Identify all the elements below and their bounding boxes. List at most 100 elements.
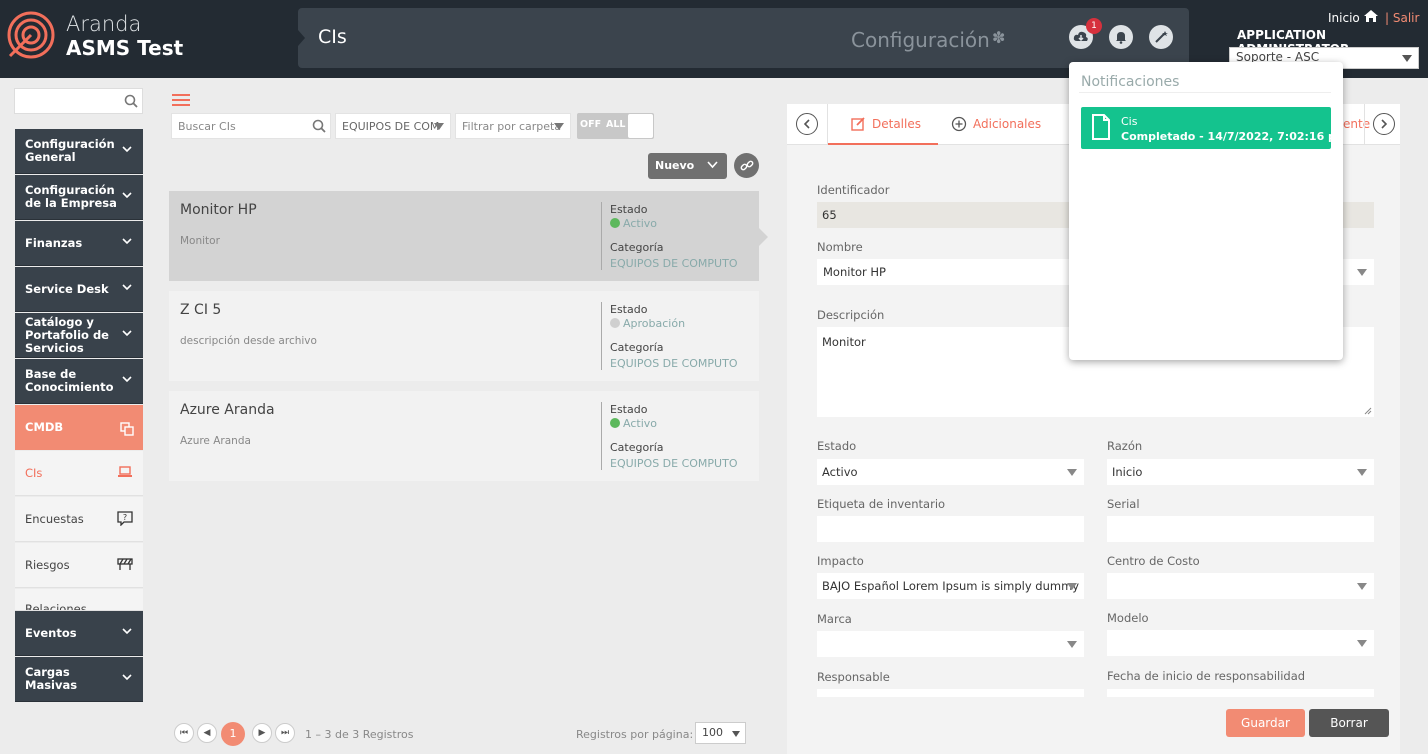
responsable-field[interactable] [817, 689, 1084, 697]
sidebar-subitem-relaciones[interactable]: Relaciones [15, 589, 143, 611]
sidebar-item-label: Catálogo y Portafolio de Servicios [25, 314, 109, 355]
ci-type-select[interactable]: EQUIPOS DE COM [335, 113, 451, 139]
toggle-knob[interactable] [628, 114, 653, 138]
impacto-select[interactable]: BAJO Español Lorem Ipsum is simply dummy [817, 573, 1084, 599]
salir-link[interactable]: | Salir [1385, 11, 1419, 25]
tab-adicionales[interactable]: Adicionales [973, 117, 1041, 131]
fecha-label: Fecha de inicio de responsabilidad [1107, 669, 1306, 683]
folder-filter-select[interactable]: Filtrar por carpeta [455, 113, 571, 139]
gear-icon[interactable]: ✽ [992, 28, 1005, 47]
chevron-down-icon[interactable] [707, 160, 718, 169]
sidebar-item-label: Cargas Masivas [25, 665, 78, 692]
search-icon [312, 119, 326, 133]
razon-select[interactable]: Inicio [1107, 459, 1374, 485]
sidebar-item-cargas-masivas[interactable]: Cargas Masivas [15, 657, 143, 702]
first-page-icon[interactable]: ⏮ [174, 723, 194, 743]
sidebar-item-base-conocimiento[interactable]: Base de Conocimiento [15, 359, 143, 404]
resize-handle-icon[interactable] [1364, 407, 1372, 415]
impacto-label: Impacto [817, 554, 864, 568]
next-page-icon[interactable]: ▶ [252, 723, 272, 743]
impacto-value: BAJO Español Lorem Ipsum is simply dummy [822, 579, 1080, 593]
fecha-field[interactable] [1107, 689, 1374, 697]
marca-select[interactable] [817, 631, 1084, 657]
search-placeholder: Buscar CIs [178, 120, 236, 133]
svg-text:?: ? [123, 513, 127, 522]
card-divider [601, 302, 602, 370]
magic-wand-icon[interactable] [1149, 25, 1173, 49]
sidebar-item-service-desk[interactable]: Service Desk [15, 267, 143, 312]
sidebar-subitem-label: Riesgos [25, 558, 70, 572]
sidebar-subitem-label: CIs [25, 466, 43, 480]
prev-page-icon[interactable]: ◀ [197, 723, 217, 743]
sidebar-item-configuracion-empresa[interactable]: Configuración de la Empresa [15, 175, 143, 220]
search-icon [124, 94, 138, 108]
ci-card[interactable]: Azure Aranda Azure Aranda Estado Activo … [169, 391, 759, 481]
sidebar-search-input[interactable] [14, 88, 143, 114]
chevron-left-icon[interactable] [796, 113, 818, 135]
sidebar-item-catalogo[interactable]: Catálogo y Portafolio de Servicios [15, 313, 143, 358]
status-dot [610, 418, 620, 428]
inicio-link[interactable]: Inicio [1328, 11, 1360, 25]
tab-detalles[interactable]: Detalles [872, 117, 921, 131]
sidebar-subitem-label: Encuestas [25, 512, 84, 526]
estado-label: Estado [610, 303, 648, 316]
chevron-right-icon[interactable] [1373, 113, 1395, 135]
etiqueta-field[interactable] [817, 516, 1084, 542]
search-cis-input[interactable]: Buscar CIs [171, 113, 331, 139]
last-page-icon[interactable]: ⏭ [275, 723, 295, 743]
plus-circle-icon [951, 116, 967, 132]
link-icon[interactable] [734, 153, 759, 178]
salir-label: Salir [1392, 11, 1420, 25]
sidebar-subitem-cis[interactable]: CIs [15, 451, 143, 496]
borrar-button[interactable]: Borrar [1309, 709, 1389, 737]
notification-item[interactable]: Cis Completado - 14/7/2022, 7:02:16 p. m… [1081, 107, 1331, 149]
bell-icon[interactable] [1109, 25, 1133, 49]
categoria-value: EQUIPOS DE COMPUTO [610, 357, 738, 370]
copy-icon [120, 422, 134, 436]
nombre-value: Monitor HP [823, 265, 886, 279]
estado-field-value: Activo [822, 465, 858, 479]
sidebar-item-configuracion-general[interactable]: Configuración General [15, 129, 143, 174]
modelo-label: Modelo [1107, 611, 1149, 625]
home-icon[interactable] [1363, 9, 1379, 23]
identificador-label: Identificador [817, 183, 890, 197]
estado-field-label: Estado [817, 439, 857, 453]
chevron-down-icon [122, 192, 132, 199]
ci-description: descripción desde archivo [180, 335, 317, 347]
current-page[interactable]: 1 [221, 722, 245, 746]
chevron-down-icon [122, 674, 132, 681]
status-dot [610, 318, 620, 328]
tab-divider [827, 104, 828, 145]
modelo-select[interactable] [1107, 630, 1374, 656]
sidebar-item-eventos[interactable]: Eventos [15, 611, 143, 656]
sidebar-item-label: Eventos [25, 625, 77, 640]
centro-costo-select[interactable] [1107, 573, 1374, 599]
categoria-label: Categoría [610, 441, 664, 454]
sidebar-item-cmdb[interactable]: CMDB [15, 405, 143, 450]
estado-value: Aprobación [610, 317, 685, 330]
chevron-down-icon [1067, 641, 1077, 648]
ci-card[interactable]: Z CI 5 descripción desde archivo Estado … [169, 291, 759, 381]
estado-text: Activo [623, 417, 657, 430]
guardar-button[interactable]: Guardar [1226, 709, 1305, 737]
tab-partial[interactable]: ente [1343, 117, 1370, 131]
ci-type-value: EQUIPOS DE COM [342, 120, 440, 133]
serial-field[interactable] [1107, 516, 1374, 542]
active-tab-indicator [828, 143, 938, 145]
chevron-down-icon [1067, 583, 1077, 590]
per-page-select[interactable]: 100 [695, 722, 746, 744]
razon-value: Inicio [1112, 465, 1143, 479]
per-page-value: 100 [702, 726, 723, 739]
sidebar-subitem-riesgos[interactable]: Riesgos [15, 543, 143, 588]
sidebar-subitem-encuestas[interactable]: Encuestas ? [15, 497, 143, 542]
estado-value: Activo [610, 417, 657, 430]
title-bar [298, 8, 1189, 68]
categoria-value: EQUIPOS DE COMPUTO [610, 257, 738, 270]
ci-card[interactable]: Monitor HP Monitor Estado Activo Categor… [169, 191, 759, 281]
sidebar-item-label: Finanzas [25, 235, 83, 250]
estado-select[interactable]: Activo [817, 459, 1084, 485]
menu-icon[interactable] [172, 94, 190, 107]
chevron-down-icon [1357, 640, 1367, 647]
sidebar-item-finanzas[interactable]: Finanzas [15, 221, 143, 266]
ci-description: Azure Aranda [180, 435, 251, 447]
